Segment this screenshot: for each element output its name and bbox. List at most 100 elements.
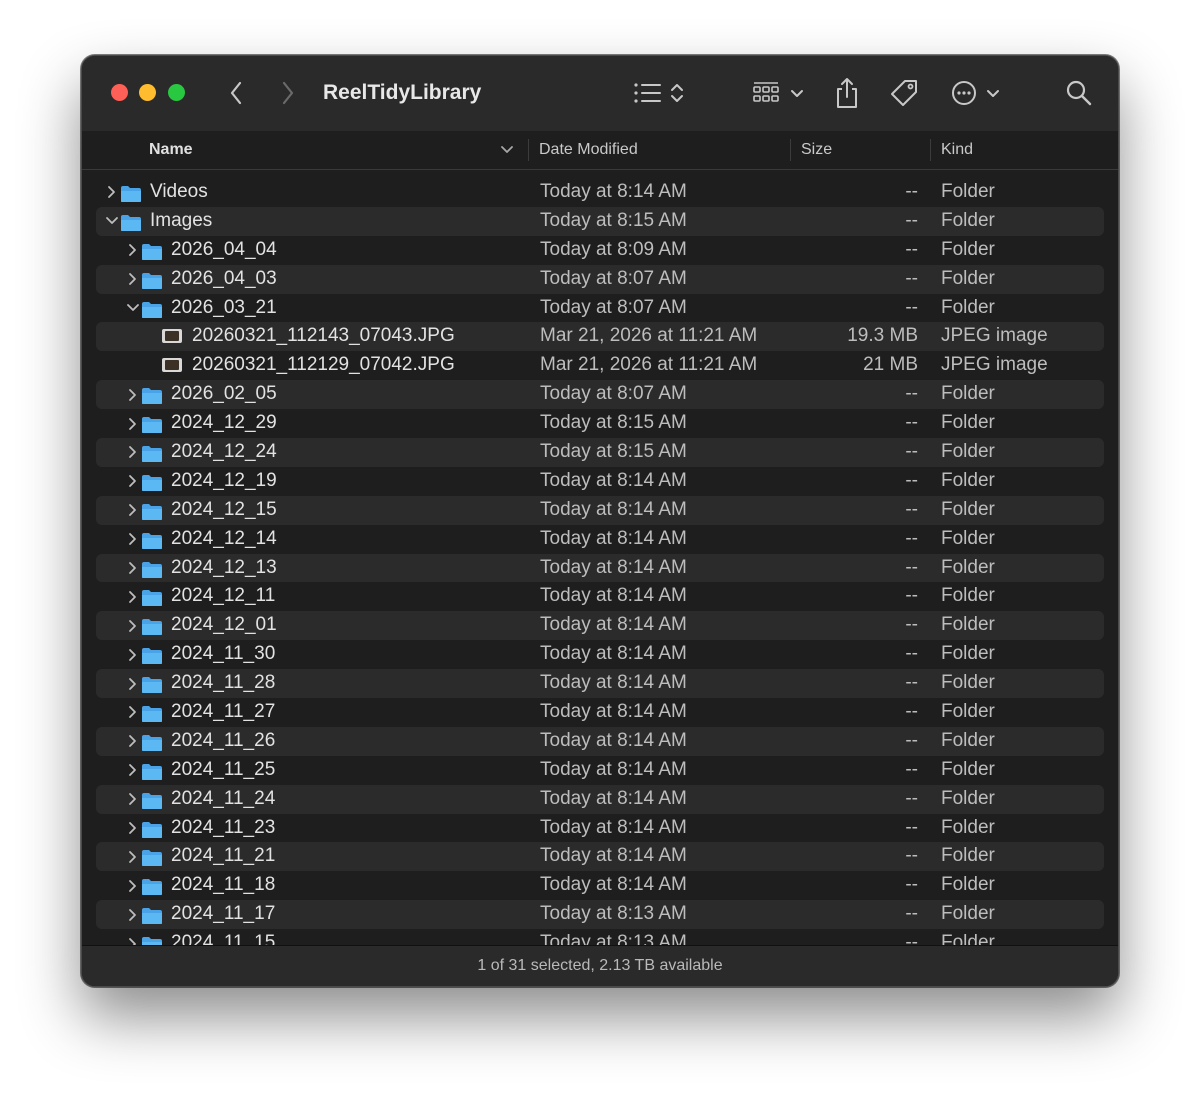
disclosure-collapsed-icon[interactable]	[125, 698, 141, 727]
column-divider[interactable]	[528, 139, 529, 161]
disclosure-collapsed-icon[interactable]	[125, 871, 141, 900]
folder-row[interactable]: 2024_12_24 Today at 8:15 AM -- Folder	[82, 438, 1118, 467]
folder-icon	[141, 242, 163, 260]
disclosure-collapsed-icon[interactable]	[125, 525, 141, 554]
item-size: --	[905, 469, 918, 491]
item-date-modified: Today at 8:14 AM	[540, 787, 687, 809]
item-kind: Folder	[941, 614, 995, 636]
folder-row[interactable]: 2024_11_27 Today at 8:14 AM -- Folder	[82, 698, 1118, 727]
disclosure-collapsed-icon[interactable]	[125, 611, 141, 640]
item-kind: Folder	[941, 903, 995, 925]
folder-row[interactable]: 2024_11_26 Today at 8:14 AM -- Folder	[82, 726, 1118, 756]
search-button[interactable]	[1064, 76, 1094, 110]
share-button[interactable]	[832, 76, 862, 110]
disclosure-expanded-icon[interactable]	[104, 207, 120, 236]
folder-row[interactable]: 2024_12_11 Today at 8:14 AM -- Folder	[82, 582, 1118, 611]
group-button[interactable]	[752, 76, 808, 110]
disclosure-collapsed-icon[interactable]	[125, 785, 141, 814]
item-size: --	[905, 787, 918, 809]
view-options-button[interactable]	[632, 76, 688, 110]
file-row[interactable]: 20260321_112143_07043.JPG Mar 21, 2026 at…	[82, 322, 1118, 352]
disclosure-collapsed-icon[interactable]	[125, 900, 141, 929]
forward-button[interactable]	[276, 76, 300, 110]
column-size[interactable]: Size	[801, 131, 832, 169]
disclosure-collapsed-icon[interactable]	[125, 236, 141, 265]
disclosure-collapsed-icon[interactable]	[125, 640, 141, 669]
disclosure-collapsed-icon[interactable]	[125, 756, 141, 785]
column-kind[interactable]: Kind	[941, 131, 973, 169]
item-size: --	[905, 585, 918, 607]
item-name: 2024_12_01	[171, 614, 277, 636]
item-size: --	[905, 383, 918, 405]
item-kind: Folder	[941, 816, 995, 838]
folder-row[interactable]: Images Today at 8:15 AM -- Folder	[82, 206, 1118, 236]
item-date-modified: Today at 8:14 AM	[540, 498, 687, 520]
folder-row[interactable]: 2026_04_03 Today at 8:07 AM -- Folder	[82, 264, 1118, 294]
column-date-modified[interactable]: Date Modified	[539, 131, 638, 169]
disclosure-collapsed-icon[interactable]	[125, 842, 141, 871]
chevron-right-icon	[282, 81, 294, 105]
folder-row[interactable]: 2024_12_01 Today at 8:14 AM -- Folder	[82, 611, 1118, 641]
disclosure-collapsed-icon[interactable]	[125, 669, 141, 698]
disclosure-collapsed-icon[interactable]	[125, 380, 141, 409]
disclosure-collapsed-icon[interactable]	[125, 814, 141, 843]
item-size: --	[905, 238, 918, 260]
back-button[interactable]	[224, 76, 248, 110]
item-name: 2024_11_23	[171, 816, 276, 838]
folder-icon	[141, 473, 163, 491]
item-date-modified: Today at 8:14 AM	[540, 643, 687, 665]
disclosure-collapsed-icon[interactable]	[125, 554, 141, 583]
item-date-modified: Today at 8:14 AM	[540, 527, 687, 549]
folder-row[interactable]: 2024_12_15 Today at 8:14 AM -- Folder	[82, 495, 1118, 525]
folder-row[interactable]: 2024_12_13 Today at 8:14 AM -- Folder	[82, 553, 1118, 583]
close-button[interactable]	[111, 84, 128, 101]
disclosure-expanded-icon[interactable]	[125, 294, 141, 323]
minimize-button[interactable]	[139, 84, 156, 101]
tag-button[interactable]	[887, 76, 921, 110]
folder-row[interactable]: 2024_11_24 Today at 8:14 AM -- Folder	[82, 784, 1118, 814]
sort-chevron-icon[interactable]	[500, 131, 520, 169]
disclosure-collapsed-icon[interactable]	[125, 409, 141, 438]
folder-icon	[120, 184, 142, 202]
folder-row[interactable]: 2024_12_14 Today at 8:14 AM -- Folder	[82, 525, 1118, 554]
folder-row[interactable]: 2024_11_28 Today at 8:14 AM -- Folder	[82, 669, 1118, 698]
folder-row[interactable]: 2024_11_17 Today at 8:13 AM -- Folder	[82, 900, 1118, 930]
group-grid-icon	[753, 82, 803, 102]
folder-row[interactable]: 2026_03_21 Today at 8:07 AM -- Folder	[82, 294, 1118, 323]
folder-icon	[141, 762, 163, 780]
column-divider[interactable]	[790, 139, 791, 161]
zoom-button[interactable]	[168, 84, 185, 101]
disclosure-collapsed-icon[interactable]	[125, 496, 141, 525]
file-row[interactable]: 20260321_112129_07042.JPG Mar 21, 2026 at…	[82, 351, 1118, 380]
item-name: 2024_11_24	[171, 787, 276, 809]
folder-row[interactable]: 2024_11_23 Today at 8:14 AM -- Folder	[82, 814, 1118, 843]
folder-row[interactable]: 2024_11_30 Today at 8:14 AM -- Folder	[82, 640, 1118, 669]
folder-row[interactable]: 2024_12_29 Today at 8:15 AM -- Folder	[82, 409, 1118, 438]
item-size: --	[905, 441, 918, 463]
folder-row[interactable]: Videos Today at 8:14 AM -- Folder	[82, 178, 1118, 207]
item-name: 2026_04_03	[171, 267, 277, 289]
folder-row[interactable]: 2026_04_04 Today at 8:09 AM -- Folder	[82, 236, 1118, 265]
item-name: 2024_11_17	[171, 903, 276, 925]
disclosure-collapsed-icon[interactable]	[125, 467, 141, 496]
item-size: --	[905, 903, 918, 925]
disclosure-collapsed-icon[interactable]	[104, 178, 120, 207]
folder-row[interactable]: 2024_11_21 Today at 8:14 AM -- Folder	[82, 842, 1118, 872]
folder-icon	[141, 646, 163, 665]
folder-row[interactable]: 2026_02_05 Today at 8:07 AM -- Folder	[82, 380, 1118, 410]
item-size: --	[905, 527, 918, 549]
disclosure-collapsed-icon[interactable]	[125, 582, 141, 611]
folder-icon	[141, 271, 163, 289]
disclosure-collapsed-icon[interactable]	[125, 727, 141, 756]
column-name[interactable]: Name	[149, 131, 193, 169]
folder-row[interactable]: 2024_11_18 Today at 8:14 AM -- Folder	[82, 871, 1118, 900]
folder-row[interactable]: 2024_11_25 Today at 8:14 AM -- Folder	[82, 756, 1118, 785]
column-divider[interactable]	[930, 139, 931, 161]
more-options-button[interactable]	[950, 76, 1006, 110]
item-name: 2024_12_19	[171, 469, 277, 491]
disclosure-collapsed-icon[interactable]	[125, 438, 141, 467]
item-name: Images	[150, 209, 213, 231]
item-size: --	[905, 816, 918, 838]
folder-row[interactable]: 2024_12_19 Today at 8:14 AM -- Folder	[82, 467, 1118, 496]
disclosure-collapsed-icon[interactable]	[125, 265, 141, 294]
